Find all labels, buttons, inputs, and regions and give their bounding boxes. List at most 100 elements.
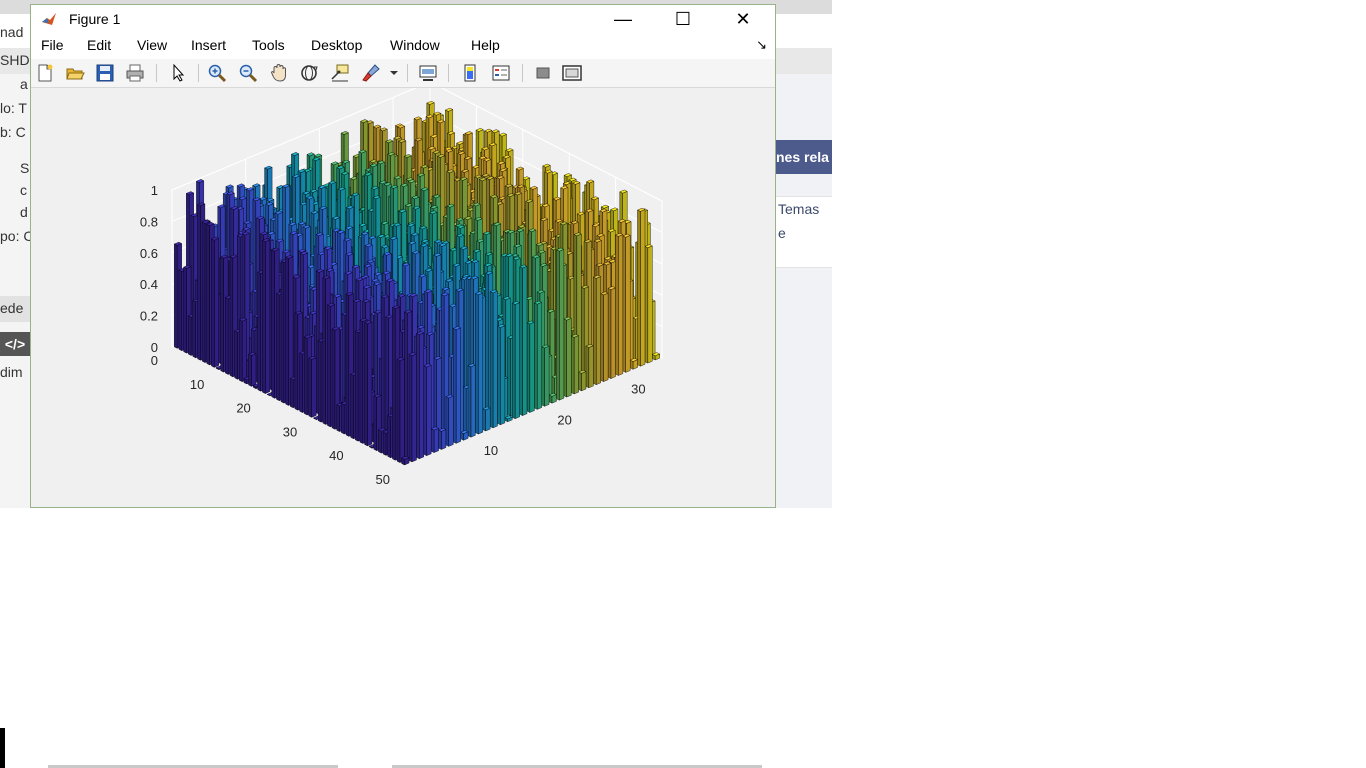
bar bbox=[629, 357, 639, 370]
legend-icon[interactable] bbox=[491, 63, 511, 83]
menu-insert[interactable]: Insert bbox=[191, 37, 226, 53]
bar bbox=[526, 320, 535, 413]
bar bbox=[548, 392, 557, 404]
row-tick-label: 40 bbox=[329, 448, 343, 463]
bar bbox=[600, 291, 609, 382]
toolbar-separator bbox=[407, 64, 408, 82]
row-tick-label: 10 bbox=[190, 377, 204, 392]
z-tick-label: 0.2 bbox=[140, 309, 158, 324]
close-button[interactable]: ✕ bbox=[713, 5, 773, 33]
row-tick-label: 50 bbox=[376, 472, 390, 487]
left-snippet: a bbox=[20, 76, 28, 92]
bar bbox=[511, 300, 521, 420]
rotate-3d-icon[interactable] bbox=[299, 63, 319, 83]
code-button[interactable]: </> bbox=[0, 332, 30, 356]
left-snippet: b: C bbox=[0, 124, 26, 140]
minimize-button[interactable]: — bbox=[593, 5, 653, 33]
brush-icon[interactable] bbox=[361, 63, 381, 83]
plot-area[interactable]: 0 0.2 0.4 0.6 0.8 1 0 10 20 30 40 50 10 20 30 bbox=[31, 88, 775, 507]
related-panel-header: nes rela bbox=[776, 140, 832, 174]
menu-desktop[interactable]: Desktop bbox=[311, 37, 362, 53]
bar bbox=[248, 351, 257, 387]
bar bbox=[415, 331, 425, 460]
bar bbox=[570, 333, 580, 395]
bar bbox=[607, 286, 616, 379]
left-snippet: nad bbox=[0, 24, 24, 40]
bar3-chart[interactable]: 00.20.40.60.8101020304050102030 bbox=[31, 88, 775, 507]
zoom-in-icon[interactable] bbox=[207, 63, 227, 83]
left-snippet: dim bbox=[0, 364, 23, 380]
related-link[interactable]: Temas bbox=[776, 197, 832, 221]
save-icon[interactable] bbox=[95, 63, 115, 83]
pan-hand-icon[interactable] bbox=[269, 63, 289, 83]
bar bbox=[408, 352, 417, 463]
bar bbox=[364, 320, 373, 447]
bar bbox=[460, 430, 469, 441]
bar bbox=[497, 323, 506, 426]
bar bbox=[563, 316, 572, 398]
menu-file[interactable]: File bbox=[41, 37, 64, 53]
left-snippet: po: C bbox=[0, 228, 34, 244]
toolbar-separator bbox=[198, 64, 199, 82]
menu-help[interactable]: Help bbox=[471, 37, 500, 53]
left-snippet: d bbox=[20, 204, 28, 220]
bar bbox=[533, 300, 543, 410]
toolbar-separator bbox=[156, 64, 157, 82]
menu-window[interactable]: Window bbox=[390, 37, 440, 53]
z-tick-label: 1 bbox=[151, 183, 158, 198]
bar bbox=[445, 394, 454, 447]
open-file-icon[interactable] bbox=[65, 63, 85, 83]
toolbar-separator bbox=[448, 64, 449, 82]
bar bbox=[541, 344, 550, 407]
colorbar-icon[interactable] bbox=[460, 63, 480, 83]
dock-figure-icon[interactable]: ↘ bbox=[756, 37, 767, 53]
bar bbox=[614, 232, 624, 376]
left-snippet: ede bbox=[0, 300, 24, 316]
select-arrow-icon[interactable] bbox=[169, 63, 189, 83]
menu-view[interactable]: View bbox=[137, 37, 167, 53]
bar bbox=[555, 247, 565, 401]
bar bbox=[519, 264, 528, 416]
figure-toolbar bbox=[31, 59, 775, 88]
show-plot-tools-icon[interactable] bbox=[562, 63, 582, 83]
col-tick-label: 30 bbox=[631, 381, 645, 396]
brush-dropdown-icon[interactable] bbox=[388, 63, 400, 83]
link-plot-icon[interactable] bbox=[418, 63, 438, 83]
window-title: Figure 1 bbox=[69, 11, 121, 27]
z-tick-label: 0.4 bbox=[140, 277, 158, 292]
menu-edit[interactable]: Edit bbox=[87, 37, 111, 53]
bar bbox=[430, 426, 440, 453]
bar bbox=[489, 289, 498, 429]
figure-titlebar[interactable]: Figure 1 — ☐ ✕ bbox=[31, 5, 775, 33]
bar bbox=[396, 357, 405, 463]
left-snippet: c bbox=[20, 182, 27, 198]
col-tick-label: 10 bbox=[484, 443, 498, 458]
new-figure-icon[interactable] bbox=[35, 63, 55, 83]
row-tick-label: 30 bbox=[283, 424, 297, 439]
left-snippet: S bbox=[20, 160, 30, 176]
print-icon[interactable] bbox=[125, 63, 145, 83]
left-snippet: SHD bbox=[0, 52, 30, 68]
bar bbox=[644, 244, 653, 364]
maximize-button[interactable]: ☐ bbox=[653, 5, 713, 33]
data-cursor-icon[interactable] bbox=[330, 63, 350, 83]
taskbar-edge bbox=[0, 728, 5, 768]
bar bbox=[578, 369, 587, 392]
menu-bar: File Edit View Insert Tools Desktop Wind… bbox=[31, 33, 775, 59]
bar bbox=[585, 343, 594, 389]
hide-plot-tools-icon[interactable] bbox=[533, 63, 553, 83]
matlab-figure-window: Figure 1 — ☐ ✕ File Edit View Insert Too… bbox=[30, 4, 776, 508]
bar bbox=[474, 291, 484, 435]
menu-tools[interactable]: Tools bbox=[252, 37, 285, 53]
bar bbox=[401, 455, 410, 466]
bar bbox=[452, 326, 462, 444]
bar bbox=[423, 363, 432, 457]
bar bbox=[482, 406, 491, 432]
z-tick-label: 0.8 bbox=[140, 214, 158, 229]
related-panel-links: Temas e bbox=[776, 196, 832, 268]
zoom-out-icon[interactable] bbox=[238, 63, 258, 83]
bar bbox=[308, 355, 317, 418]
related-link[interactable]: e bbox=[776, 221, 832, 245]
bar bbox=[261, 238, 271, 394]
bar bbox=[467, 363, 476, 438]
